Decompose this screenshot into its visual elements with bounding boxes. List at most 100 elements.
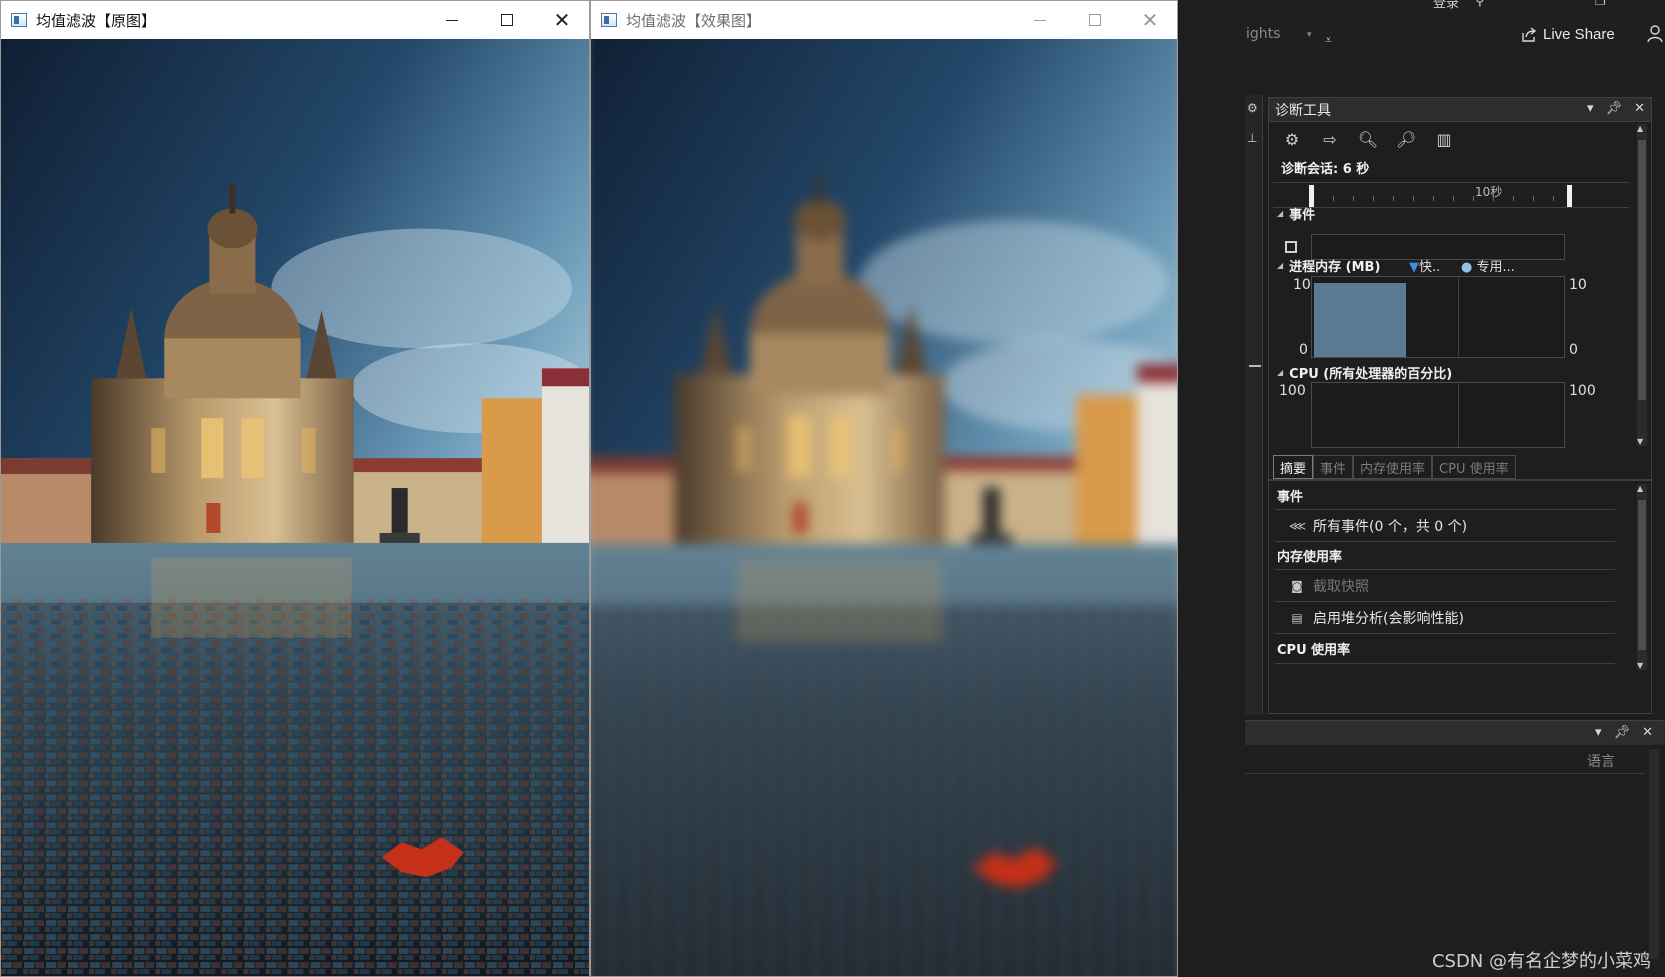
memory-section-header[interactable]: ◢ 进程内存 (MB) <box>1277 256 1380 275</box>
minimize-icon <box>446 19 458 21</box>
diagnostic-tools-panel: 诊断工具 ▾ 📌︎ ✕ ⚙ ⇨ 🔍︎ 🔎︎ ▥ 诊断会话: 6 秒 10秒 ◢ … <box>1268 97 1652 714</box>
upper-scrollbar[interactable]: ▲ ▼ <box>1637 124 1647 446</box>
collapse-triangle-icon[interactable]: ◢ <box>1277 261 1283 270</box>
row-divider <box>1275 601 1615 602</box>
close-icon: ✕ <box>1141 8 1159 32</box>
csdn-watermark: CSDN @有名企梦的小菜鸡 <box>1431 951 1651 972</box>
login-link[interactable]: 登录 <box>1433 0 1459 11</box>
window-title-bar[interactable]: 均值滤波【效果图】 ✕ <box>591 1 1177 39</box>
triangle-down-icon: ▼ <box>1409 260 1419 275</box>
zoom-in-icon[interactable]: 🔍︎ <box>1357 128 1379 150</box>
export-icon[interactable]: ⇨ <box>1319 128 1341 150</box>
maximize-button[interactable] <box>478 1 536 39</box>
gear-icon[interactable]: ⚙ <box>1247 101 1258 115</box>
chevron-down-icon[interactable]: ▾ <box>1587 101 1594 116</box>
scroll-thumb[interactable] <box>1638 140 1646 400</box>
row-divider <box>1275 569 1615 570</box>
church-photo <box>1 39 589 976</box>
maximize-button[interactable] <box>1066 1 1124 39</box>
app-icon <box>601 13 617 27</box>
memory-chip-icon: ▤ <box>1291 611 1303 625</box>
legend-snapshot[interactable]: ▼快.. <box>1409 256 1440 275</box>
restore-icon[interactable]: ❐ <box>1595 0 1606 8</box>
events-section-header[interactable]: ◢ 事件 <box>1277 204 1315 223</box>
live-share-icon[interactable] <box>1520 26 1538 44</box>
cpu-label: CPU (所有处理器的百分比) <box>1289 367 1453 382</box>
diagnostic-tools-title-bar: 诊断工具 ▾ 📌︎ ✕ <box>1269 98 1651 122</box>
output-scrollbar[interactable] <box>1649 749 1659 959</box>
close-icon[interactable]: ✕ <box>1642 725 1653 740</box>
close-button[interactable]: ✕ <box>1121 1 1179 39</box>
user-icon[interactable]: ⚲ <box>1475 0 1485 9</box>
pin-icon[interactable]: 📌︎ <box>1614 725 1631 740</box>
tab-strip-divider <box>1269 479 1651 481</box>
chevron-down-icon[interactable]: ▾ <box>1595 725 1602 740</box>
tab-cpu-usage[interactable]: CPU 使用率 <box>1432 455 1516 479</box>
result-image-canvas[interactable] <box>591 39 1177 976</box>
scroll-thumb[interactable] <box>1638 500 1646 650</box>
close-icon[interactable]: ✕ <box>1634 101 1645 116</box>
memory-usage-area <box>1314 283 1406 357</box>
person-feedback-icon[interactable] <box>1647 24 1665 44</box>
cpu-chart[interactable] <box>1311 382 1565 448</box>
scroll-up-icon[interactable]: ▲ <box>1637 484 1643 493</box>
take-snapshot-button[interactable]: ◙ 截取快照 <box>1289 576 1369 596</box>
cpu-section-header[interactable]: ◢ CPU (所有处理器的百分比) <box>1277 363 1452 382</box>
scroll-down-icon[interactable]: ▼ <box>1637 437 1643 446</box>
scroll-down-icon[interactable]: ▼ <box>1637 661 1643 670</box>
timeline-ruler[interactable]: 10秒 <box>1273 182 1629 208</box>
legend-private[interactable]: ● 专用... <box>1461 256 1515 275</box>
customize-caret-icon[interactable]: ⩡ <box>1325 33 1332 48</box>
tab-events[interactable]: 事件 <box>1313 455 1354 479</box>
original-image-canvas[interactable] <box>1 39 589 976</box>
chevron-down-icon[interactable]: ▾ <box>1307 30 1312 40</box>
reset-view-icon[interactable]: ▥ <box>1433 128 1455 150</box>
take-snapshot-label: 截取快照 <box>1313 579 1369 595</box>
memory-chart[interactable] <box>1311 276 1565 358</box>
timeline-end-handle[interactable] <box>1567 185 1572 207</box>
output-panel-title-bar: ▾ 📌︎ ✕ <box>1245 721 1665 745</box>
result-image-window[interactable]: 均值滤波【效果图】 ✕ <box>590 0 1178 977</box>
enable-heap-profiling-button[interactable]: ▤ 启用堆分析(会影响性能) <box>1289 608 1464 628</box>
blurred-church-photo <box>591 39 1177 976</box>
pin-icon[interactable]: 📌︎ <box>1606 101 1623 116</box>
circle-icon: ● <box>1461 260 1473 275</box>
row-divider <box>1275 509 1615 510</box>
settings-gear-icon[interactable]: ⚙ <box>1281 128 1303 150</box>
side-tool-strip: ⚙ ⊥ <box>1245 95 1263 715</box>
lower-scrollbar[interactable]: ▲ ▼ <box>1637 484 1647 670</box>
row-divider <box>1275 663 1615 664</box>
cpu-axis-max-left: 100 <box>1279 383 1306 399</box>
collapse-triangle-icon[interactable]: ◢ <box>1277 368 1283 377</box>
language-column[interactable]: 语言 <box>1587 751 1615 771</box>
collapse-triangle-icon[interactable]: ◢ <box>1277 209 1283 218</box>
original-image-window[interactable]: 均值滤波【原图】 ✕ <box>0 0 590 977</box>
timeline-label: 10秒 <box>1475 185 1503 199</box>
scroll-up-icon[interactable]: ▲ <box>1637 124 1643 133</box>
pin-icon[interactable]: ⊥ <box>1247 131 1257 145</box>
legend-private-label: 专用... <box>1476 260 1515 275</box>
tab-summary[interactable]: 摘要 <box>1273 455 1314 479</box>
close-icon: ✕ <box>553 8 571 32</box>
summary-cpu-header: CPU 使用率 <box>1277 643 1351 658</box>
live-share-button[interactable]: Live Share <box>1543 26 1615 43</box>
insights-label[interactable]: ights <box>1246 26 1280 42</box>
minimize-button[interactable] <box>423 1 481 39</box>
zoom-out-icon[interactable]: 🔎︎ <box>1395 128 1417 150</box>
window-title: 均值滤波【原图】 <box>36 11 157 30</box>
summary-events-header: 事件 <box>1277 490 1304 505</box>
window-title-bar[interactable]: 均值滤波【原图】 ✕ <box>1 1 589 39</box>
tab-memory-usage[interactable]: 内存使用率 <box>1353 455 1433 479</box>
minimize-icon <box>1034 19 1046 21</box>
maximize-icon <box>1089 14 1101 26</box>
pause-icon[interactable] <box>1285 241 1297 253</box>
memory-label: 进程内存 (MB) <box>1289 260 1381 275</box>
vs-title-toolbar: ights ▾ ⩡ 登录 ⚲ ❐ Live Share <box>1245 0 1665 85</box>
close-button[interactable]: ✕ <box>533 1 591 39</box>
diagnostic-toolbar: ⚙ ⇨ 🔍︎ 🔎︎ ▥ <box>1281 128 1455 150</box>
all-events-link[interactable]: ⋘ 所有事件(0 个，共 0 个) <box>1289 516 1467 536</box>
chart-gridline <box>1458 383 1459 447</box>
minimize-button[interactable] <box>1011 1 1069 39</box>
app-icon <box>11 13 27 27</box>
splitter-handle[interactable] <box>1249 365 1261 367</box>
